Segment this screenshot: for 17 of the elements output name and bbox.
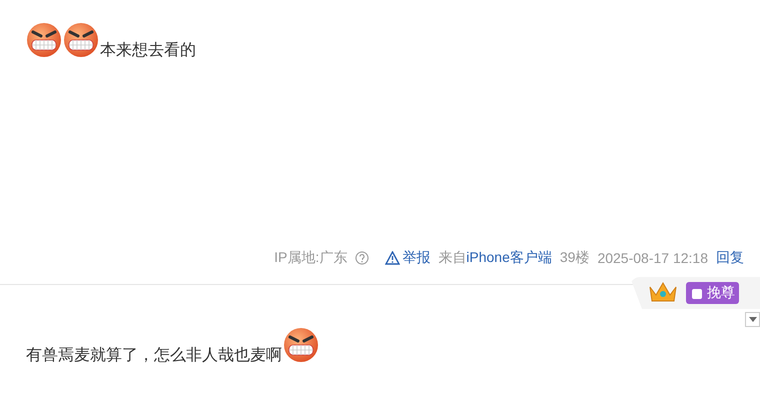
reply-link[interactable]: 回复 bbox=[716, 249, 744, 267]
dropdown-toggle[interactable] bbox=[745, 312, 760, 327]
angry-emoticon-icon bbox=[63, 22, 99, 58]
floor-number: 39楼 bbox=[560, 249, 590, 267]
post-text: 本来想去看的 bbox=[100, 40, 196, 60]
report-link[interactable]: 举报 bbox=[385, 249, 430, 267]
ip-location: IP属地:广东 bbox=[274, 249, 348, 267]
warning-icon bbox=[385, 251, 400, 265]
angry-emoticon-icon bbox=[283, 327, 319, 363]
badge-button[interactable]: 挽尊 bbox=[686, 282, 739, 304]
help-icon[interactable] bbox=[355, 251, 370, 265]
post-text: 有兽焉麦就算了，怎么非人哉也麦啊 bbox=[26, 345, 282, 365]
client-link[interactable]: iPhone客户端 bbox=[466, 249, 552, 265]
post-time: 2025-08-17 12:18 bbox=[597, 250, 708, 266]
source-label: 来自iPhone客户端 bbox=[438, 249, 552, 267]
angry-emoticon-icon bbox=[26, 22, 62, 58]
caret-icon bbox=[748, 317, 756, 322]
